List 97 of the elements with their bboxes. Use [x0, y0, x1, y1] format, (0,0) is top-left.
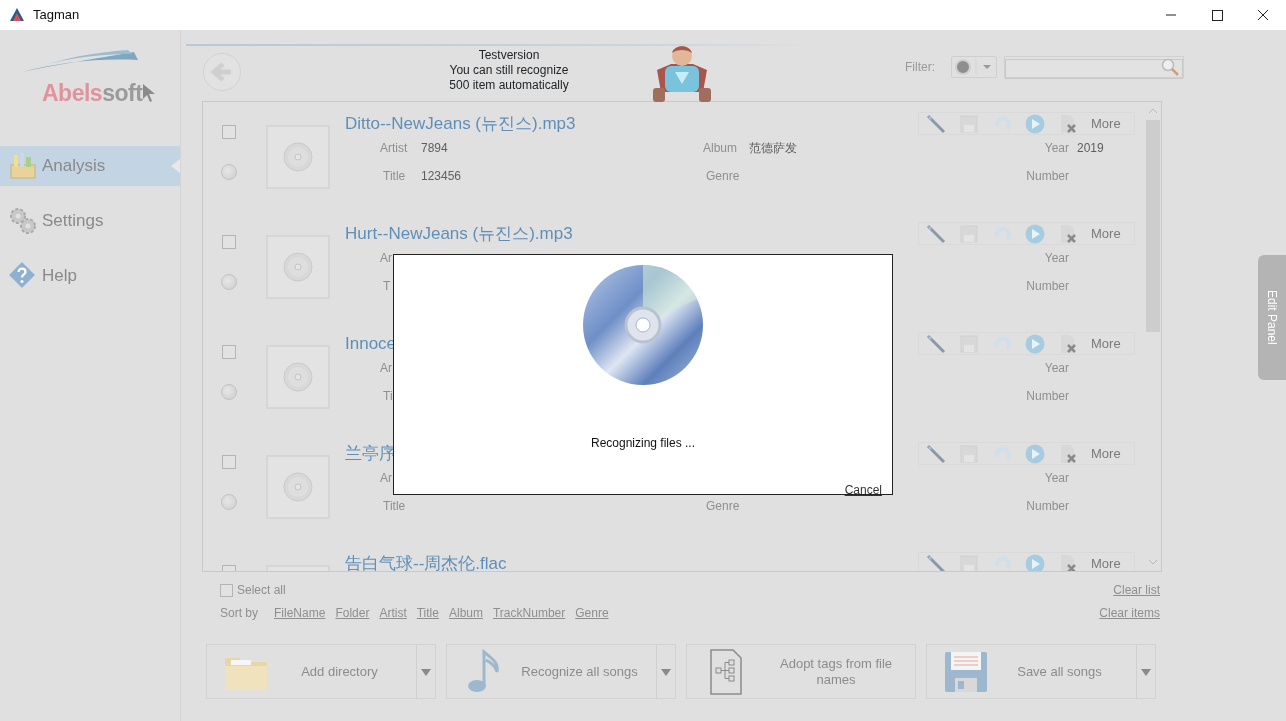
filter-label: Filter: [905, 59, 935, 76]
field-label: Title [383, 168, 406, 184]
caret-icon [1140, 666, 1152, 677]
more-button[interactable]: More [1091, 553, 1121, 571]
sort-link[interactable]: Title [416, 604, 439, 622]
sidebar-item[interactable]: Settings [0, 201, 180, 241]
cancel-link[interactable]: Cancel [844, 481, 882, 499]
row-checkbox[interactable] [222, 125, 236, 139]
select-all-checkbox[interactable] [220, 583, 233, 597]
edit-icon[interactable] [925, 552, 947, 571]
edit-panel-tab[interactable]: Edit Panel [1258, 255, 1286, 380]
caret-icon [660, 666, 672, 677]
trial-link[interactable]: You can still recognize [384, 63, 634, 78]
row-radio[interactable] [221, 494, 237, 510]
action-button[interactable]: Save all songs [926, 644, 1136, 699]
field-value: 2019 [1076, 140, 1105, 156]
field-value: 123456 [420, 168, 463, 184]
more-button[interactable]: More [1091, 333, 1121, 354]
edit-icon[interactable] [925, 222, 947, 245]
status-message: Recognizing files ... [590, 435, 696, 452]
sort-link[interactable]: TrackNumber [493, 604, 566, 622]
disc-icon [282, 471, 314, 503]
row-checkbox[interactable] [222, 235, 236, 249]
caret-icon [420, 666, 432, 677]
gears-icon [8, 206, 38, 236]
help-icon [8, 261, 38, 291]
field-label: Number [1026, 388, 1069, 404]
sort-label: Sort by [220, 605, 258, 622]
field-label: Year [1044, 250, 1069, 266]
field-label: Ar [380, 250, 392, 266]
logo-text: Abelssoft [42, 79, 143, 108]
dropdown-button[interactable] [656, 644, 676, 699]
filter-dropdown[interactable] [951, 56, 997, 78]
action-button[interactable]: Recognize all songs [446, 644, 656, 699]
clear-link[interactable]: Clear items [1099, 604, 1160, 622]
select-all-label[interactable]: Select all [237, 581, 286, 599]
field-label: Genre [706, 168, 740, 184]
field-label: Artist [380, 140, 408, 156]
sidebar-item[interactable]: Help [0, 256, 180, 296]
field-value: 7894 [420, 140, 449, 156]
dropdown-button[interactable] [416, 644, 436, 699]
file-name[interactable]: Ditto--NewJeans (뉴진스).mp3 [345, 114, 576, 133]
selection-pointer [171, 159, 180, 173]
play-icon[interactable] [1024, 222, 1046, 245]
file-name[interactable]: Hurt--NewJeans (뉴진스).mp3 [345, 224, 573, 243]
sort-link[interactable]: Album [448, 604, 483, 622]
more-button[interactable]: More [1091, 223, 1121, 244]
trial-link[interactable]: 500 item automatically [384, 78, 634, 93]
field-label: Ti [383, 388, 393, 404]
sidebar-item[interactable]: Analysis [0, 146, 180, 186]
toolbox-icon [8, 151, 38, 181]
field-label: Title [383, 498, 406, 514]
field-label: Year [1044, 140, 1069, 156]
cursor-icon [142, 83, 157, 104]
field-value: 范德萨发 [748, 140, 798, 156]
field-label: Year [1044, 360, 1069, 376]
search-field[interactable] [1004, 56, 1184, 78]
action-button[interactable]: Add directory [206, 644, 416, 699]
field-label: Year [1044, 470, 1069, 486]
row-checkbox[interactable] [222, 455, 236, 469]
row-checkbox[interactable] [222, 345, 236, 359]
disc-icon [282, 141, 314, 173]
search-icon [1160, 58, 1180, 76]
edit-icon[interactable] [925, 442, 947, 465]
file-name[interactable]: 告白气球--周杰伦.flac [345, 554, 507, 571]
trial-link[interactable]: Testversion [384, 48, 634, 63]
sort-link[interactable]: Folder [335, 604, 370, 622]
field-label: Number [1026, 168, 1069, 184]
action-button[interactable]: Adopt tags from file names [686, 644, 916, 699]
more-button[interactable]: More [1091, 113, 1121, 134]
disc-icon [282, 251, 314, 283]
field-label: Number [1026, 278, 1069, 294]
more-button[interactable]: More [1091, 443, 1121, 464]
row-radio[interactable] [221, 384, 237, 400]
sort-link[interactable]: Genre [575, 604, 609, 622]
app-icon [9, 7, 25, 23]
dropdown-button[interactable] [1136, 644, 1156, 699]
field-label: T [383, 278, 391, 294]
save-icon[interactable] [958, 552, 980, 571]
play-icon[interactable] [1024, 442, 1046, 465]
disc-icon [282, 361, 314, 393]
play-icon[interactable] [1024, 332, 1046, 355]
row-radio[interactable] [221, 164, 237, 180]
clear-link[interactable]: Clear list [1113, 581, 1160, 599]
edit-icon[interactable] [925, 112, 947, 135]
sort-link[interactable]: FileName [274, 604, 326, 622]
field-label: Number [1026, 498, 1069, 514]
play-icon[interactable] [1024, 552, 1046, 571]
field-label: Ar [380, 360, 392, 376]
edit-icon[interactable] [925, 332, 947, 355]
row-radio[interactable] [221, 274, 237, 290]
field-label: Album [703, 140, 737, 156]
field-label: Ar [380, 470, 392, 486]
sort-link[interactable]: Artist [379, 604, 407, 622]
play-icon[interactable] [1024, 112, 1046, 135]
field-label: Genre [706, 498, 740, 514]
window-title: Tagman [33, 6, 80, 25]
